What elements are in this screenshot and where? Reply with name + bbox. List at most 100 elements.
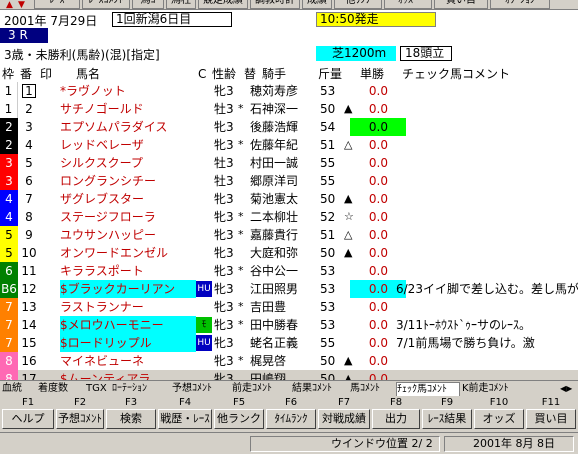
horse-name[interactable]: ロングランシチー <box>60 172 196 190</box>
table-row[interactable]: 7 15 $ロードリップル HU 牝3 蛯名正義 55 0.0 7/1前馬場で勝ち負け。激 <box>0 334 578 352</box>
toolbar-button[interactable]: ﾚｰｽ <box>34 0 80 9</box>
weight: 50 <box>320 246 336 260</box>
tab-8[interactable]: 馬ｺﾒﾝﾄ <box>350 382 394 396</box>
fkey-button[interactable]: 戦歴・ﾚｰｽ <box>158 409 212 429</box>
fkey-button[interactable]: ヘルプ <box>2 409 54 429</box>
mark-cell[interactable] <box>40 172 58 190</box>
mark-cell[interactable] <box>40 82 58 100</box>
fkey-button[interactable]: 対戦成績 <box>318 409 370 429</box>
horse-name[interactable]: キララスポート <box>60 262 196 280</box>
up-arrow-icon[interactable]: ▲ <box>6 0 13 9</box>
horse-name[interactable]: サチノゴールド <box>60 100 196 118</box>
toolbar-button[interactable]: 成績 <box>302 0 332 9</box>
table-row[interactable]: B6 12 $ブラックカーリアン HU 牝3 江田照男 53 0.0 6/23イイ脚で差し込む。… <box>0 280 578 298</box>
table-row[interactable]: 7 13 ラストランナー 牝3 * 吉田豊 53 0.0 <box>0 298 578 316</box>
horse-name[interactable]: ザグレブスター <box>60 190 196 208</box>
table-row[interactable]: 5 10 オンワードエンゼル 牝3 大庭和弥 50 ▲ 0.0 <box>0 244 578 262</box>
tab-1[interactable]: 血統 <box>2 382 38 396</box>
horse-number: 11 <box>21 264 37 278</box>
tab-4[interactable]: ﾛｰﾃｰｼｮﾝ <box>112 382 170 396</box>
table-row[interactable]: 8 16 マイネビューネ 牝3 * 梶晃啓 50 ▲ 0.0 <box>0 352 578 370</box>
status-date: 2001年 8月 8日 <box>444 436 574 452</box>
header-name: 馬名 <box>76 67 101 81</box>
table-row[interactable]: 1 1 *ラヴノット 牝3 穂苅寿彦 53 0.0 <box>0 82 578 100</box>
tab-10[interactable]: K前走ｺﾒﾝﾄ <box>462 382 524 396</box>
tab-6[interactable]: 前走ｺﾒﾝﾄ <box>232 382 290 396</box>
toolbar-button[interactable]: ｵｯｽﾞ <box>384 0 432 9</box>
fkey-button[interactable]: ﾀｲﾑﾗﾝｸ <box>266 409 316 429</box>
check-comment: 7/1前馬場で勝ち負け。激 <box>396 336 535 350</box>
horse-name[interactable]: $ブラックカーリアン <box>60 280 196 298</box>
tab-5[interactable]: 予想ｺﾒﾝﾄ <box>172 382 232 396</box>
waku-cell: 6 <box>0 262 18 280</box>
horse-name[interactable]: マイネビューネ <box>60 352 196 370</box>
mark-cell[interactable] <box>40 280 58 298</box>
check-comment <box>396 190 578 208</box>
weight: 50 <box>320 192 336 206</box>
fkey-button[interactable]: 予想ｺﾒﾝﾄ <box>56 409 104 429</box>
tab-9[interactable]: ﾁｪｯｸ馬ｺﾒﾝﾄ <box>396 382 460 396</box>
table-row[interactable]: 3 5 シルクスクープ 牡3 村田一誠 55 0.0 <box>0 154 578 172</box>
mark-cell[interactable] <box>40 154 58 172</box>
waku-cell: 5 <box>0 244 18 262</box>
toolbar-button[interactable]: 買い目 <box>434 0 488 9</box>
table-row[interactable]: 1 2 サチノゴールド 牡3 * 石神深一 50 ▲ 0.0 <box>0 100 578 118</box>
table-row[interactable]: 4 7 ザグレブスター 牝3 菊池憲太 50 ▲ 0.0 <box>0 190 578 208</box>
table-row[interactable]: 3 6 ロングランシチー 牡3 郷原洋司 55 0.0 <box>0 172 578 190</box>
toolbar-button[interactable]: 他ﾗﾝｸ <box>334 0 382 9</box>
table-row[interactable]: 5 9 ユウサンハッピー 牝3 * 嘉藤貴行 51 △ 0.0 <box>0 226 578 244</box>
mark-cell[interactable] <box>40 208 58 226</box>
horse-name[interactable]: $メロウハーモニー <box>60 316 196 334</box>
weight: 55 <box>320 174 336 188</box>
tab-scroll-right-icon[interactable]: ◀▶ <box>560 382 578 396</box>
horse-name[interactable]: ステージフローラ <box>60 208 196 226</box>
horse-name[interactable]: エプソムパラダイス <box>60 118 196 136</box>
horse-name[interactable]: *ラヴノット <box>60 82 196 100</box>
table-row[interactable]: 2 4 レッドベレーザ 牝3 * 佐藤年紀 51 △ 0.0 <box>0 136 578 154</box>
mark-cell[interactable] <box>40 136 58 154</box>
mark-cell[interactable] <box>40 100 58 118</box>
mark-cell[interactable] <box>40 226 58 244</box>
toolbar-button[interactable]: 調教時計 <box>250 0 300 9</box>
jockey-swap-mark: * <box>238 354 244 367</box>
fkey-button[interactable]: 検索 <box>106 409 156 429</box>
table-row[interactable]: 6 11 キララスポート 牝3 * 谷中公一 53 0.0 <box>0 262 578 280</box>
table-row[interactable]: 4 8 ステージフローラ 牝3 * 二本柳壮 52 ☆ 0.0 <box>0 208 578 226</box>
weight: 53 <box>320 300 336 314</box>
horse-name[interactable]: $ロードリップル <box>60 334 196 352</box>
fkey-button[interactable]: ﾚｰｽ結果 <box>422 409 472 429</box>
mark-cell[interactable] <box>40 118 58 136</box>
fkey-button[interactable]: 他ランク <box>214 409 264 429</box>
horse-name[interactable]: オンワードエンゼル <box>60 244 196 262</box>
mark-cell[interactable] <box>40 298 58 316</box>
tab-2[interactable]: 着度数 <box>38 382 84 396</box>
mark-cell[interactable] <box>40 262 58 280</box>
mark-cell[interactable] <box>40 190 58 208</box>
fkey-button[interactable]: オッズ <box>474 409 524 429</box>
waku-cell: 4 <box>0 208 18 226</box>
toolbar-button[interactable]: ｵﾌﾟｼｮﾝ <box>490 0 550 9</box>
fkey-number: F1 <box>21 397 35 408</box>
horse-name[interactable]: レッドベレーザ <box>60 136 196 154</box>
table-row[interactable]: 7 14 $メロウハーモニーﾓ牝3 * 田中勝春 53 0.0 3/11ﾄｰﾎｳｽﾄ`ｩｰサの… <box>0 316 578 334</box>
tab-7[interactable]: 結果ｺﾒﾝﾄ <box>292 382 348 396</box>
toolbar-button[interactable]: ﾚｰｽｺﾒﾝﾄ <box>82 0 130 9</box>
table-row[interactable]: 2 3 エプソムパラダイス 牝3 後藤浩輝 54 0.0 <box>0 118 578 136</box>
horse-number: 10 <box>21 246 37 260</box>
mark-cell[interactable] <box>40 352 58 370</box>
horse-name[interactable]: ラストランナー <box>60 298 196 316</box>
mark-cell[interactable] <box>40 316 58 334</box>
toolbar-button[interactable]: 馬柱 <box>166 0 196 9</box>
tab-3[interactable]: TGX <box>86 382 112 396</box>
toolbar-button[interactable]: 馬ｺ <box>132 0 164 9</box>
window-position: ウインドウ位置 2/ 2 <box>250 436 440 452</box>
hu-badge: HU <box>196 335 212 351</box>
fkey-button[interactable]: 出力 <box>372 409 420 429</box>
fkey-button[interactable]: 買い目 <box>526 409 576 429</box>
toolbar-button[interactable]: 競走成績 <box>198 0 248 9</box>
mark-cell[interactable] <box>40 244 58 262</box>
horse-name[interactable]: シルクスクープ <box>60 154 196 172</box>
mark-cell[interactable] <box>40 334 58 352</box>
down-arrow-icon[interactable]: ▼ <box>18 0 25 9</box>
horse-name[interactable]: ユウサンハッピー <box>60 226 196 244</box>
